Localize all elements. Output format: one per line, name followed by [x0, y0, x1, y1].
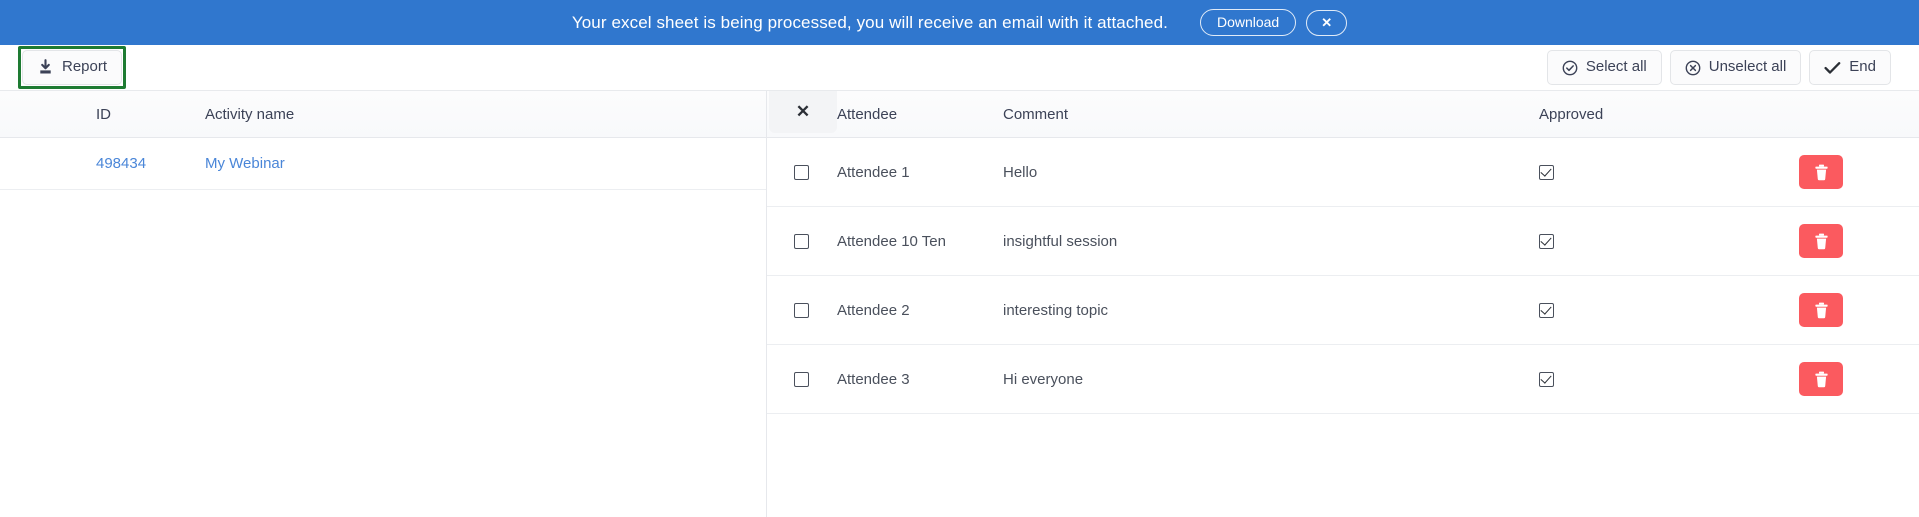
download-icon: [37, 59, 54, 76]
approved-checkbox[interactable]: [1539, 302, 1554, 318]
toolbar-right-group: Select all Unselect all End: [1546, 50, 1909, 85]
unselect-all-label: Unselect all: [1708, 58, 1787, 76]
processing-banner: Your excel sheet is being processed, you…: [0, 0, 1919, 45]
close-banner-button[interactable]: ✕: [1306, 9, 1348, 36]
banner-message: Your excel sheet is being processed, you…: [571, 12, 1168, 32]
delete-row-button[interactable]: [1799, 224, 1843, 258]
attendee-name: Attendee 3: [837, 370, 910, 388]
attendee-comment: Hi everyone: [1003, 370, 1084, 388]
trash-icon: [1814, 233, 1829, 250]
row-select-cell: [767, 371, 835, 387]
table-row[interactable]: 498434 My Webinar: [0, 138, 766, 190]
delete-row-button[interactable]: [1799, 293, 1843, 327]
row-select-cell: [767, 302, 835, 318]
delete-row-button[interactable]: [1799, 155, 1843, 189]
row-select-checkbox[interactable]: [793, 371, 809, 387]
attendees-panel: ✕ Attendee Comment Approved Attendee 1 H…: [766, 91, 1919, 517]
report-button-label: Report: [62, 58, 108, 76]
approved-cell: [1539, 302, 1799, 318]
activities-table: ID Activity name 498434 My Webinar: [0, 91, 766, 517]
banner-actions: Download ✕: [1199, 9, 1348, 36]
activities-table-header: ID Activity name: [0, 91, 766, 138]
trash-icon: [1814, 302, 1829, 319]
attendee-comment: insightful session: [1003, 232, 1118, 250]
approved-cell: [1539, 164, 1799, 180]
delete-cell: [1799, 155, 1919, 189]
attendee-name: Attendee 2: [837, 301, 910, 319]
row-select-checkbox[interactable]: [793, 302, 809, 318]
end-button[interactable]: End: [1809, 50, 1891, 85]
content-area: ID Activity name 498434 My Webinar ✕ Att…: [0, 91, 1919, 517]
approved-checkbox[interactable]: [1539, 233, 1554, 249]
attendees-table-header: Attendee Comment Approved: [767, 91, 1919, 138]
report-button-highlight: Report: [18, 46, 127, 89]
select-all-label: Select all: [1585, 58, 1647, 76]
approved-cell: [1539, 371, 1799, 387]
x-circle-icon: [1685, 60, 1701, 76]
attendee-comment: Hello: [1003, 163, 1038, 181]
activity-name-link[interactable]: My Webinar: [205, 155, 285, 172]
checkmark-icon: [1824, 61, 1841, 75]
approved-checkbox[interactable]: [1539, 371, 1554, 387]
close-panel-button[interactable]: ✕: [769, 91, 837, 133]
trash-icon: [1814, 371, 1829, 388]
cell-activity-name: My Webinar: [205, 155, 766, 172]
column-header-id: ID: [96, 105, 111, 123]
row-select-cell: [767, 233, 835, 249]
column-header-activity-name: Activity name: [205, 105, 295, 123]
delete-cell: [1799, 293, 1919, 327]
delete-row-button[interactable]: [1799, 362, 1843, 396]
select-all-button[interactable]: Select all: [1546, 50, 1662, 85]
download-button[interactable]: Download: [1199, 9, 1297, 36]
row-select-checkbox[interactable]: [793, 164, 809, 180]
attendee-name: Attendee 10 Ten: [837, 232, 946, 250]
table-row[interactable]: Attendee 10 Ten insightful session: [767, 207, 1919, 276]
attendee-comment: interesting topic: [1003, 301, 1109, 319]
table-row[interactable]: Attendee 2 interesting topic: [767, 276, 1919, 345]
column-header-approved: Approved: [1539, 105, 1604, 123]
approved-checkbox[interactable]: [1539, 164, 1554, 180]
row-select-checkbox[interactable]: [793, 233, 809, 249]
delete-cell: [1799, 224, 1919, 258]
column-header-attendee: Attendee: [837, 105, 898, 123]
approved-cell: [1539, 233, 1799, 249]
cell-id: 498434: [0, 155, 205, 172]
toolbar: Report Select all Unselect all End: [0, 45, 1919, 91]
column-header-comment: Comment: [1003, 105, 1069, 123]
report-button[interactable]: Report: [22, 50, 123, 85]
attendee-name: Attendee 1: [837, 163, 910, 181]
unselect-all-button[interactable]: Unselect all: [1669, 50, 1802, 85]
row-select-cell: [767, 164, 835, 180]
attendees-row-list: Attendee 1 Hello Attendee 10 Ten insight…: [767, 138, 1919, 414]
toolbar-left-group: Report: [0, 46, 127, 89]
check-circle-icon: [1562, 60, 1578, 76]
table-row[interactable]: Attendee 3 Hi everyone: [767, 345, 1919, 414]
activity-id-link[interactable]: 498434: [96, 155, 146, 172]
end-label: End: [1849, 58, 1876, 76]
trash-icon: [1814, 164, 1829, 181]
table-row[interactable]: Attendee 1 Hello: [767, 138, 1919, 207]
delete-cell: [1799, 362, 1919, 396]
